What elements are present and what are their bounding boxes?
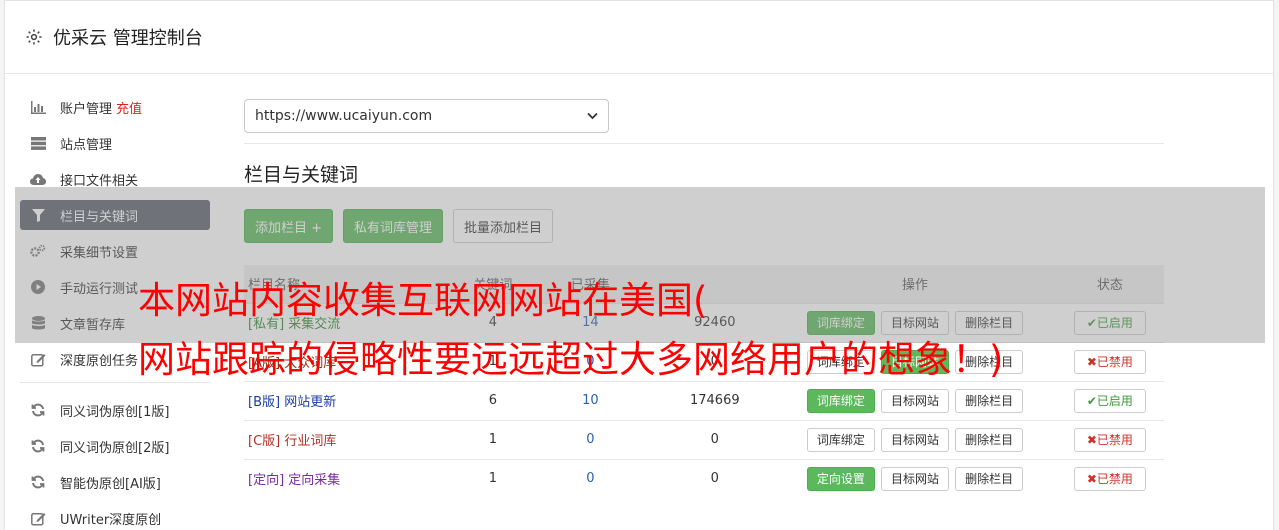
sidebar-item-label: 智能伪原创[AI版] <box>60 476 161 492</box>
refresh-icon <box>30 402 46 418</box>
status-badge[interactable]: ✖ 已禁用 <box>1073 427 1146 452</box>
cell-operations: 定向设置 目标网站 删除栏目 <box>774 458 1056 498</box>
chevron-down-icon <box>587 112 598 120</box>
cell-a: 1 <box>460 458 526 498</box>
cloud-upload-icon <box>30 171 46 187</box>
sidebar-item-uwriter[interactable]: UWriter深度原创 <box>20 503 210 530</box>
table-row: [定向] 定向采集 1 0 0 定向设置 目标网站 删除栏目 ✖ 已禁用 <box>244 458 1164 498</box>
cell-a: 6 <box>460 380 526 420</box>
edit-icon <box>30 510 46 526</box>
cell-operations: 词库绑定 目标网站 删除栏目 <box>774 419 1056 459</box>
bar-chart-icon <box>30 99 46 115</box>
cell-c: 0 <box>655 419 775 459</box>
watermark-line-2: 网站跟踪的侵略性要远远超过大多网络用户的想象！) <box>138 338 1004 381</box>
delete-column-button[interactable]: 删除栏目 <box>955 427 1024 452</box>
cell-a: 1 <box>460 419 526 459</box>
cell-b[interactable]: 0 <box>525 458 656 498</box>
status-badge[interactable]: ✖ 已禁用 <box>1073 466 1146 491</box>
cell-b[interactable]: 0 <box>525 419 656 459</box>
cell-status: ✖ 已禁用 <box>1055 419 1164 459</box>
table-row: [C版] 行业词库 1 0 0 词库绑定 目标网站 删除栏目 ✖ 已禁用 <box>244 419 1164 459</box>
sidebar-item-label: 站点管理 <box>60 137 113 153</box>
watermark-line-1: 本网站内容收集互联网网站在美国( <box>138 279 708 322</box>
recharge-link[interactable]: 充值 <box>116 98 142 117</box>
cell-c: 174669 <box>655 380 775 420</box>
sidebar-item-label: UWriter深度原创 <box>60 512 162 528</box>
cell-operations: 词库绑定 目标网站 删除栏目 <box>774 380 1056 420</box>
table-row: [B版] 网站更新 6 10 174669 词库绑定 目标网站 删除栏目 ✔ 已… <box>244 380 1164 420</box>
cell-b[interactable]: 10 <box>525 380 656 420</box>
site-select[interactable]: https://www.ucaiyun.com <box>244 99 609 133</box>
server-icon <box>30 135 46 151</box>
bind-lib-button[interactable]: 词库绑定 <box>806 388 875 413</box>
refresh-icon <box>30 438 46 454</box>
target-site-button[interactable]: 目标网站 <box>881 427 950 452</box>
cell-status: ✔ 已启用 <box>1055 380 1164 420</box>
sidebar-item-synonym-v2[interactable]: 同义词伪原创[2版] <box>20 431 210 461</box>
sidebar-item-label: 同义词伪原创[1版] <box>60 404 170 420</box>
target-site-button[interactable]: 目标网站 <box>881 388 950 413</box>
sidebar-item-label: 深度原创任务 <box>60 353 139 369</box>
divider <box>244 143 1164 144</box>
edit-icon <box>30 351 46 367</box>
section-title: 栏目与关键词 <box>244 164 359 186</box>
cell-status: ✖ 已禁用 <box>1055 458 1164 498</box>
delete-column-button[interactable]: 删除栏目 <box>955 466 1024 491</box>
directed-settings-button[interactable]: 定向设置 <box>806 466 875 491</box>
column-name[interactable]: [C版] 行业词库 <box>244 419 461 459</box>
delete-column-button[interactable]: 删除栏目 <box>955 388 1024 413</box>
sidebar-item-label: 同义词伪原创[2版] <box>60 440 170 456</box>
sidebar-item-account[interactable]: 账户管理 充值 <box>20 92 210 122</box>
cell-c: 0 <box>655 458 775 498</box>
refresh-icon <box>30 474 46 490</box>
status-badge[interactable]: ✔ 已启用 <box>1073 388 1146 413</box>
status-badge[interactable]: ✖ 已禁用 <box>1073 349 1146 374</box>
gear-icon <box>26 29 42 45</box>
page-title: 优采云 管理控制台 <box>53 28 203 49</box>
sidebar-item-synonym-v1[interactable]: 同义词伪原创[1版] <box>20 395 210 425</box>
target-site-button[interactable]: 目标网站 <box>881 466 950 491</box>
site-select-value: https://www.ucaiyun.com <box>255 108 433 124</box>
sidebar-item-label: 接口文件相关 <box>60 173 139 189</box>
sidebar-item-sites[interactable]: 站点管理 <box>20 128 210 158</box>
bind-lib-button[interactable]: 词库绑定 <box>806 427 875 452</box>
column-name[interactable]: [B版] 网站更新 <box>244 380 461 420</box>
sidebar-item-ai-rewrite[interactable]: 智能伪原创[AI版] <box>20 467 210 497</box>
header: 优采云 管理控制台 <box>5 1 1273 74</box>
column-name[interactable]: [定向] 定向采集 <box>244 458 461 498</box>
sidebar-item-label: 账户管理 <box>60 101 113 117</box>
cell-status: ✖ 已禁用 <box>1055 341 1164 381</box>
